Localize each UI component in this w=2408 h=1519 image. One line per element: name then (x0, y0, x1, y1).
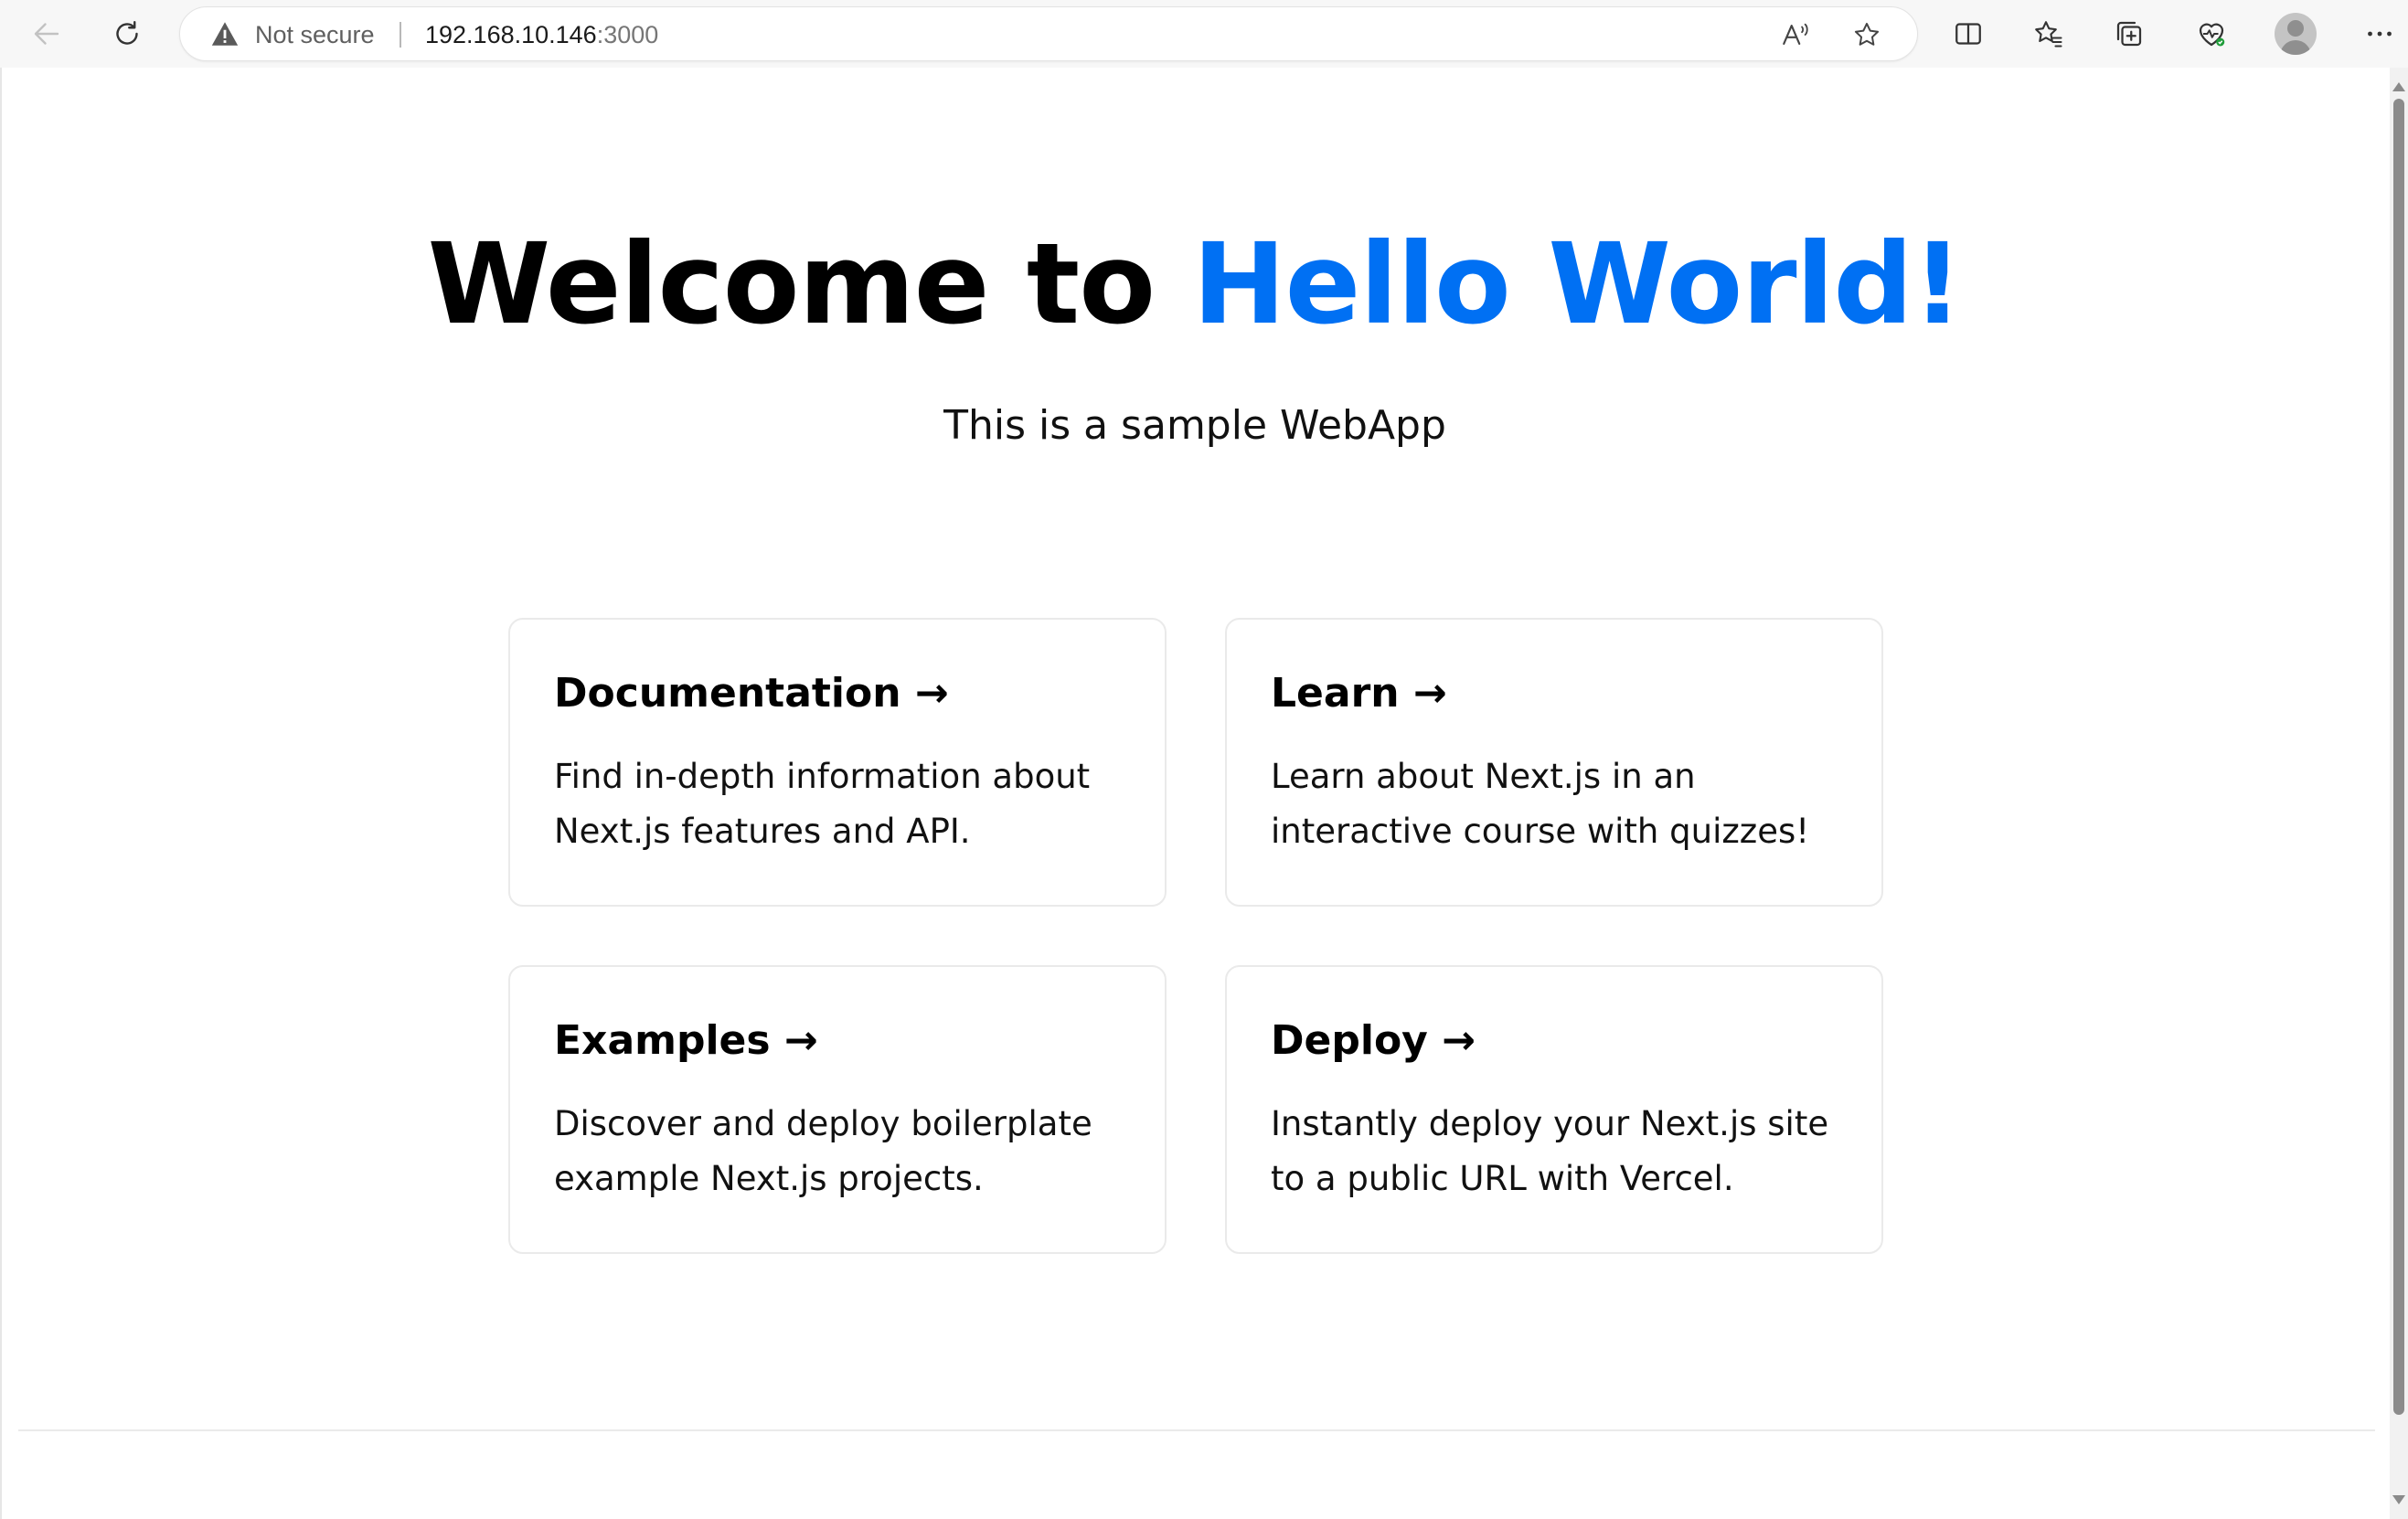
back-arrow-icon (34, 23, 59, 45)
avatar-head (2287, 20, 2304, 37)
collections-icon (2116, 21, 2142, 47)
more-menu-icon (2368, 31, 2392, 37)
more-menu-button[interactable] (2353, 7, 2406, 60)
card-description: Instantly deploy your Next.js site to a … (1271, 1104, 1829, 1198)
favorite-button[interactable] (1848, 16, 1886, 54)
card-description: Find in-depth information about Next.js … (554, 757, 1091, 851)
card-title: Documentation → (554, 670, 949, 717)
not-secure-label[interactable]: Not secure (255, 7, 375, 62)
read-aloud-icon (1783, 23, 1808, 45)
url-host: 192.168.10.146 (425, 21, 597, 48)
collections-button[interactable] (2103, 7, 2156, 60)
favorites-icon (2035, 21, 2062, 48)
browser-toolbar: Not secure 192.168.10.146:3000 (0, 0, 2408, 68)
footer-divider (18, 1429, 2375, 1431)
card-title: Learn → (1271, 670, 1447, 717)
refresh-button[interactable] (101, 7, 154, 60)
card-description: Discover and deploy boilerplate example … (554, 1104, 1092, 1198)
url-text[interactable]: 192.168.10.146:3000 (425, 7, 658, 62)
profile-avatar[interactable] (2275, 13, 2317, 55)
vertical-scrollbar[interactable] (2390, 68, 2408, 1519)
scrollbar-thumb[interactable] (2393, 99, 2404, 1415)
scroll-up-arrow-icon[interactable] (2392, 82, 2405, 91)
avatar-body (2280, 40, 2311, 55)
card-documentation[interactable]: Documentation → Find in-depth informatio… (508, 618, 1167, 907)
refresh-icon (116, 21, 138, 45)
card-title: Examples → (554, 1017, 818, 1064)
address-separator (400, 22, 401, 48)
read-aloud-button[interactable] (1776, 16, 1815, 54)
card-learn[interactable]: Learn → Learn about Next.js in an intera… (1225, 618, 1883, 907)
split-screen-button[interactable] (1942, 7, 1995, 60)
star-icon (1854, 22, 1880, 46)
favorites-button[interactable] (2022, 7, 2075, 60)
url-port: :3000 (596, 21, 659, 48)
card-description: Learn about Next.js in an interactive co… (1271, 757, 1810, 851)
title-prefix: Welcome to (427, 219, 1193, 349)
scroll-down-arrow-icon[interactable] (2392, 1495, 2405, 1504)
card-deploy[interactable]: Deploy → Instantly deploy your Next.js s… (1225, 965, 1883, 1254)
card-examples[interactable]: Examples → Discover and deploy boilerpla… (508, 965, 1167, 1254)
split-screen-icon (1955, 23, 1981, 45)
card-title: Deploy → (1271, 1017, 1476, 1064)
browser-essentials-icon (2199, 23, 2225, 47)
page-title: Welcome to Hello World! (0, 216, 2390, 353)
page-subtitle: This is a sample WebApp (943, 402, 1446, 449)
browser-essentials-button[interactable] (2185, 7, 2238, 60)
title-link[interactable]: Hello World! (1193, 219, 1964, 349)
warning-icon[interactable] (209, 18, 240, 49)
back-button[interactable] (20, 7, 73, 60)
address-bar[interactable]: Not secure 192.168.10.146:3000 (179, 6, 1918, 61)
